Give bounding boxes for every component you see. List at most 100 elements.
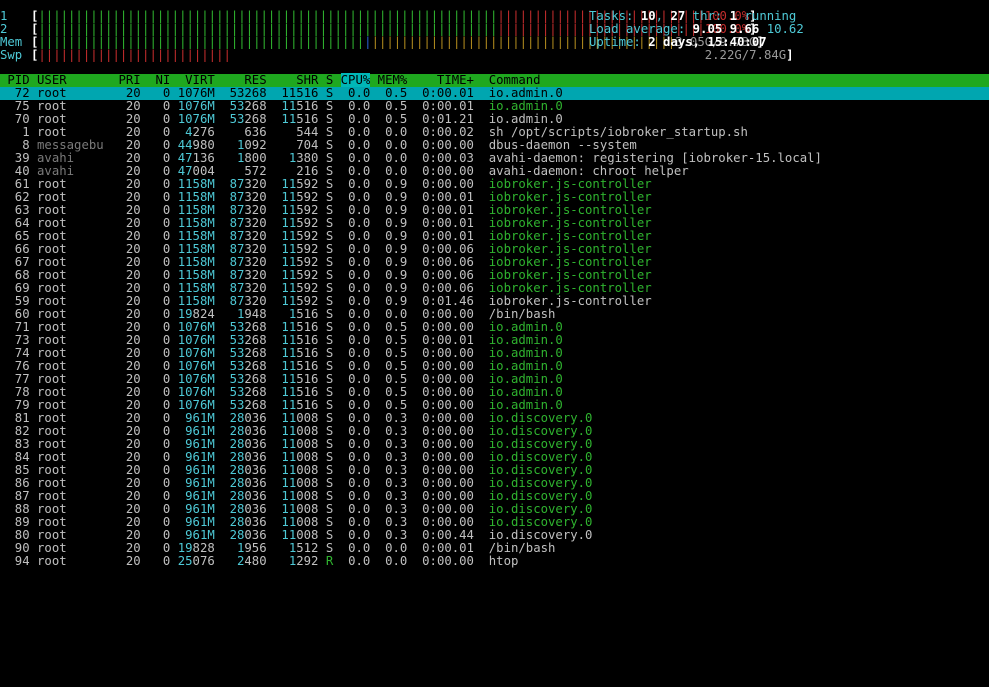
col-state[interactable]: S — [326, 73, 333, 87]
col-shr[interactable]: SHR — [274, 73, 318, 87]
cpu-percent: 0.0 — [340, 138, 371, 152]
mem-percent: 0.9 — [377, 190, 408, 204]
mem-percent: 0.5 — [377, 320, 408, 334]
user: avahi — [37, 164, 104, 178]
state: S — [325, 346, 334, 360]
command: io.admin.0 — [488, 99, 563, 113]
cpu-percent: 0.0 — [340, 242, 371, 256]
pid: 77 — [0, 372, 30, 386]
cpu-percent: 0.0 — [340, 190, 371, 204]
res: 53268 — [229, 372, 267, 386]
nice: 0 — [148, 463, 171, 477]
virt: 961M — [185, 489, 215, 503]
cpu-percent: 0.0 — [340, 203, 371, 217]
mem-percent: 0.3 — [377, 463, 408, 477]
pid: 84 — [0, 450, 30, 464]
user: root — [37, 320, 104, 334]
command: io.discovery.0 — [488, 437, 593, 451]
time: 0:00.03 — [414, 151, 474, 165]
pid: 81 — [0, 411, 30, 425]
res: 53268 — [229, 112, 267, 126]
priority: 20 — [111, 229, 141, 243]
col-pri[interactable]: PRI — [111, 73, 140, 87]
nice: 0 — [148, 541, 171, 555]
col-cpu[interactable]: CPU% — [340, 73, 371, 87]
virt: 961M — [185, 437, 215, 451]
user: root — [37, 99, 104, 113]
col-pid[interactable]: PID — [0, 73, 29, 87]
priority: 20 — [111, 216, 141, 230]
virt: 961M — [185, 528, 215, 542]
shr: 11516 — [281, 333, 319, 347]
command: io.discovery.0 — [488, 515, 593, 529]
nice: 0 — [148, 346, 171, 360]
user: avahi — [37, 151, 104, 165]
virt: 961M — [185, 502, 215, 516]
process-row[interactable]: 94 root 20 0 25076 2480 1292 R 0.0 0.0 0… — [0, 554, 519, 568]
nice: 0 — [148, 229, 171, 243]
col-res[interactable]: RES — [222, 73, 266, 87]
nice: 0 — [148, 99, 171, 113]
virt: 961M — [185, 411, 215, 425]
pid: 94 — [0, 554, 30, 568]
shr: 11516 — [281, 398, 319, 412]
user: root — [37, 476, 104, 490]
pid: 79 — [0, 398, 30, 412]
command: io.discovery.0 — [488, 411, 593, 425]
nice: 0 — [148, 268, 171, 282]
col-ni[interactable]: NI — [148, 73, 171, 87]
nice: 0 — [148, 177, 171, 191]
virt: 47136 — [177, 151, 215, 165]
mem-percent: 0.0 — [377, 541, 408, 555]
cpu-percent: 0.0 — [340, 294, 371, 308]
shr: 11592 — [281, 177, 319, 191]
user: root — [37, 515, 104, 529]
user: root — [37, 372, 104, 386]
virt: 1076M — [177, 112, 215, 126]
state: S — [325, 528, 334, 542]
cpu-percent: 0.0 — [340, 112, 371, 126]
col-virt[interactable]: VIRT — [178, 73, 215, 87]
time: 0:00.00 — [414, 554, 474, 568]
nice: 0 — [148, 333, 171, 347]
shr: 11592 — [281, 268, 319, 282]
virt: 1158M — [177, 216, 215, 230]
time: 0:00.01 — [414, 216, 474, 230]
col-user[interactable]: USER — [37, 73, 104, 87]
mem-percent: 0.0 — [377, 307, 408, 321]
state: S — [325, 151, 334, 165]
res: 1092 — [236, 138, 267, 152]
res: 87320 — [229, 242, 267, 256]
nice: 0 — [148, 554, 171, 568]
user: root — [37, 489, 104, 503]
command: io.discovery.0 — [488, 463, 593, 477]
virt: 961M — [185, 476, 215, 490]
user: root — [37, 203, 104, 217]
mem-percent: 0.9 — [377, 242, 408, 256]
time: 0:00.00 — [414, 138, 474, 152]
time: 0:00.44 — [414, 528, 474, 542]
res: 28036 — [229, 476, 267, 490]
cpu-percent: 0.0 — [340, 307, 371, 321]
shr: 11592 — [281, 242, 319, 256]
command: io.discovery.0 — [488, 450, 593, 464]
pid: 64 — [0, 216, 30, 230]
shr: 216 — [274, 164, 319, 178]
load-15min: 10.62 — [766, 22, 804, 36]
time: 0:00.00 — [414, 424, 474, 438]
time: 0:00.02 — [414, 125, 474, 139]
col-mem[interactable]: MEM% — [378, 73, 408, 87]
cpu-percent: 0.0 — [340, 86, 371, 100]
user: messagebu — [37, 138, 104, 152]
nice: 0 — [148, 216, 171, 230]
res: 1948 — [236, 307, 267, 321]
col-command[interactable]: Command — [489, 73, 541, 87]
shr: 11008 — [281, 463, 319, 477]
col-time[interactable]: TIME+ — [415, 73, 474, 87]
virt: 19828 — [177, 541, 215, 555]
nice: 0 — [148, 112, 171, 126]
command: iobroker.js-controller — [488, 216, 652, 230]
user: root — [37, 437, 104, 451]
pid: 61 — [0, 177, 30, 191]
user: root — [37, 333, 104, 347]
